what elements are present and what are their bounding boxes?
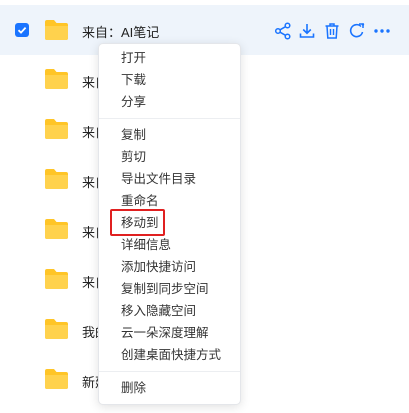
menu-divider <box>99 118 240 119</box>
file-name[interactable]: 来自：AI笔记 <box>82 22 282 41</box>
menu-item-copy-to-sync-space[interactable]: 复制到同步空间 <box>99 278 240 300</box>
menu-item-share[interactable]: 分享 <box>99 91 240 113</box>
file-name[interactable]: 来自 <box>82 222 98 241</box>
file-name[interactable]: 来自 <box>82 122 98 141</box>
menu-item-copy[interactable]: 复制 <box>99 124 240 146</box>
file-name[interactable]: 来自 <box>82 172 98 191</box>
menu-item-deep-understanding[interactable]: 云一朵深度理解 <box>99 322 240 344</box>
more-icon[interactable] <box>372 21 392 41</box>
folder-icon <box>45 269 68 289</box>
menu-item-details[interactable]: 详细信息 <box>99 234 240 256</box>
menu-item-delete[interactable]: 删除 <box>99 377 240 399</box>
share-icon[interactable] <box>273 21 293 41</box>
checkbox-checked-icon[interactable] <box>15 23 29 37</box>
file-name[interactable]: 我的 <box>82 322 98 341</box>
menu-item-download[interactable]: 下载 <box>99 69 240 91</box>
folder-icon <box>45 219 68 239</box>
menu-item-move-to-hidden-space[interactable]: 移入隐藏空间 <box>99 300 240 322</box>
file-name[interactable]: 来自 <box>82 272 98 291</box>
menu-item-cut[interactable]: 剪切 <box>99 146 240 168</box>
folder-icon <box>45 69 68 89</box>
menu-item-open[interactable]: 打开 <box>99 47 240 69</box>
folder-icon <box>45 369 68 389</box>
delete-icon[interactable] <box>322 21 342 41</box>
download-icon[interactable] <box>297 21 317 41</box>
folder-icon <box>45 169 68 189</box>
menu-item-export-directory[interactable]: 导出文件目录 <box>99 168 240 190</box>
folder-icon <box>45 319 68 339</box>
context-menu: 打开 下载 分享 复制 剪切 导出文件目录 重命名 移动到 详细信息 添加快捷访… <box>98 43 241 405</box>
file-name[interactable]: 来自 <box>82 72 98 91</box>
file-name[interactable]: 新建 <box>82 372 98 391</box>
menu-item-add-quick-access[interactable]: 添加快捷访问 <box>99 256 240 278</box>
folder-icon <box>45 20 68 40</box>
folder-icon <box>45 119 68 139</box>
menu-item-create-desktop-shortcut[interactable]: 创建桌面快捷方式 <box>99 344 240 366</box>
cloud-sync-icon[interactable] <box>347 21 367 41</box>
menu-divider <box>99 371 240 372</box>
move-to-highlight-box <box>110 209 165 236</box>
